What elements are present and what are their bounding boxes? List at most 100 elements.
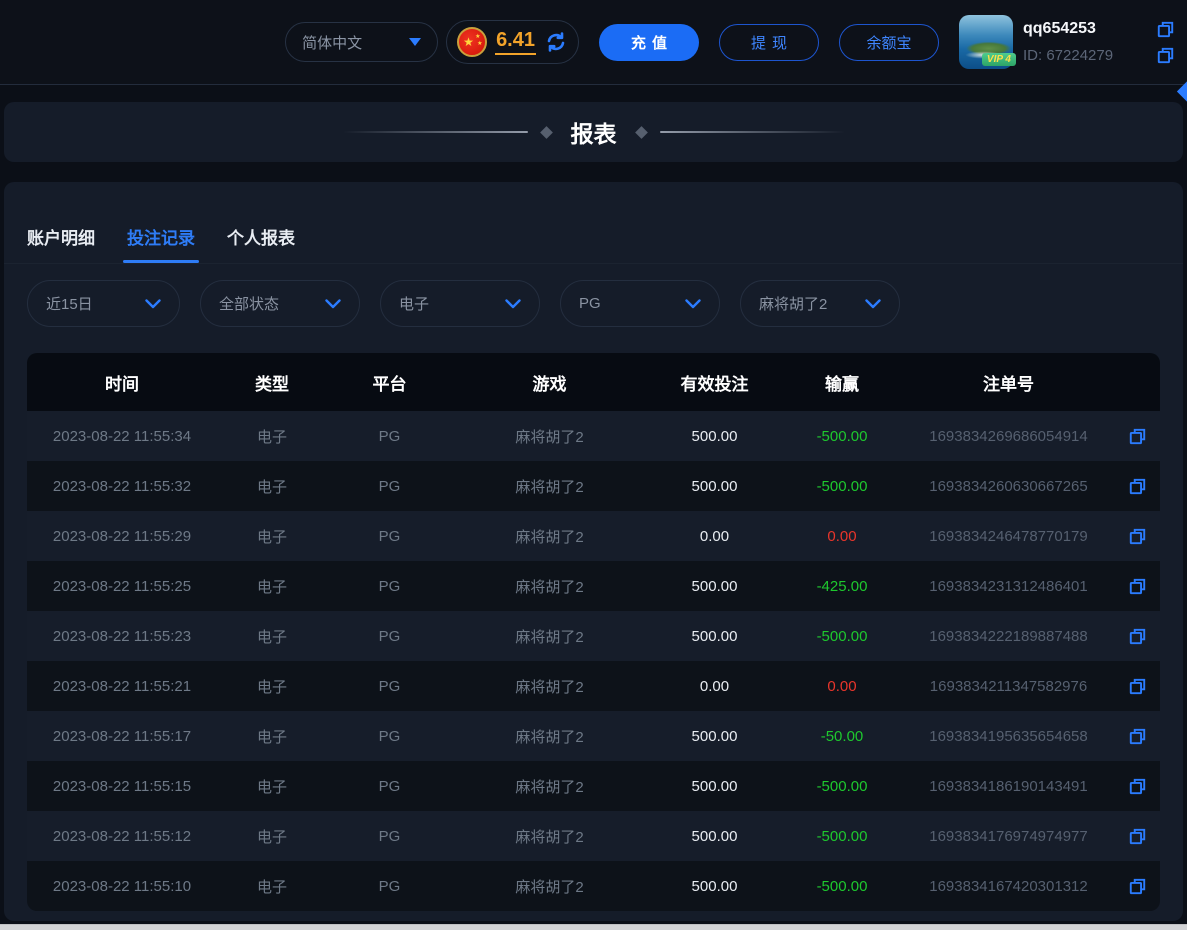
cell-valid-bet: 500.00: [647, 428, 782, 445]
copy-icon: [1128, 577, 1147, 596]
cell-game: 麻将胡了2: [452, 576, 647, 597]
copy-order-id-button[interactable]: [1115, 527, 1160, 546]
cell-order-id: 1693834269686054914: [902, 428, 1115, 445]
cell-order-id: 1693834211347582976: [902, 678, 1115, 695]
copy-order-id-button[interactable]: [1115, 877, 1160, 896]
cell-valid-bet: 500.00: [647, 828, 782, 845]
table-body: 2023-08-22 11:55:34电子PG麻将胡了2500.00-500.0…: [27, 411, 1160, 911]
copy-icon: [1128, 677, 1147, 696]
cell-order-id: 1693834260630667265: [902, 478, 1115, 495]
table-row: 2023-08-22 11:55:17电子PG麻将胡了2500.00-50.00…: [27, 711, 1160, 761]
withdraw-button[interactable]: 提现: [719, 24, 819, 61]
cell-time: 2023-08-22 11:55:23: [27, 628, 217, 645]
filter-value: PG: [579, 295, 601, 312]
chevron-down-icon: [325, 299, 341, 309]
cell-game: 麻将胡了2: [452, 476, 647, 497]
cell-time: 2023-08-22 11:55:29: [27, 528, 217, 545]
title-deco-line-left: [343, 131, 528, 133]
title-panel: 报表: [4, 102, 1183, 162]
cell-game: 麻将胡了2: [452, 676, 647, 697]
yuebao-button[interactable]: 余额宝: [839, 24, 939, 61]
tab-bet-records[interactable]: 投注记录: [127, 224, 195, 263]
copy-icon: [1128, 627, 1147, 646]
column-header-platform: 平台: [327, 370, 452, 395]
copy-username-icon[interactable]: [1156, 20, 1175, 39]
copy-order-id-button[interactable]: [1115, 627, 1160, 646]
cell-win-loss: 0.00: [782, 678, 902, 695]
cell-game: 麻将胡了2: [452, 426, 647, 447]
cell-order-id: 1693834222189887488: [902, 628, 1115, 645]
filter-category[interactable]: 电子: [380, 280, 540, 327]
cell-game: 麻将胡了2: [452, 826, 647, 847]
copy-icon: [1128, 427, 1147, 446]
cell-time: 2023-08-22 11:55:10: [27, 878, 217, 895]
filter-platform[interactable]: PG: [560, 280, 720, 327]
copy-order-id-button[interactable]: [1115, 727, 1160, 746]
cell-win-loss: -500.00: [782, 778, 902, 795]
table-row: 2023-08-22 11:55:34电子PG麻将胡了2500.00-500.0…: [27, 411, 1160, 461]
table-header-row: 时间 类型 平台 游戏 有效投注 输赢 注单号: [27, 353, 1160, 411]
chevron-down-icon: [505, 299, 521, 309]
cell-valid-bet: 500.00: [647, 778, 782, 795]
refresh-icon[interactable]: [544, 30, 568, 54]
copy-icon: [1128, 727, 1147, 746]
copy-order-id-button[interactable]: [1115, 777, 1160, 796]
copy-order-id-button[interactable]: [1115, 427, 1160, 446]
copy-user-id-icon[interactable]: [1156, 46, 1175, 65]
filter-date-range[interactable]: 近15日: [27, 280, 180, 327]
cell-order-id: 1693834195635654658: [902, 728, 1115, 745]
page-title: 报表: [571, 115, 617, 149]
table-row: 2023-08-22 11:55:12电子PG麻将胡了2500.00-500.0…: [27, 811, 1160, 861]
chevron-down-icon: [145, 299, 161, 309]
cell-order-id: 1693834167420301312: [902, 878, 1115, 895]
cell-type: 电子: [217, 876, 327, 897]
cell-win-loss: -500.00: [782, 478, 902, 495]
cell-valid-bet: 500.00: [647, 878, 782, 895]
cell-platform: PG: [327, 778, 452, 795]
table-row: 2023-08-22 11:55:15电子PG麻将胡了2500.00-500.0…: [27, 761, 1160, 811]
cell-win-loss: -500.00: [782, 878, 902, 895]
cell-time: 2023-08-22 11:55:21: [27, 678, 217, 695]
user-id: ID: 67224279: [1023, 47, 1113, 64]
table-row: 2023-08-22 11:55:25电子PG麻将胡了2500.00-425.0…: [27, 561, 1160, 611]
tab-account-details[interactable]: 账户明细: [27, 224, 95, 263]
recharge-button[interactable]: 充值: [599, 24, 699, 61]
cell-platform: PG: [327, 678, 452, 695]
language-selector[interactable]: 简体中文: [285, 22, 438, 62]
cell-type: 电子: [217, 526, 327, 547]
cell-time: 2023-08-22 11:55:32: [27, 478, 217, 495]
table-row: 2023-08-22 11:55:29电子PG麻将胡了20.000.001693…: [27, 511, 1160, 561]
title-deco-diamond-right: [635, 126, 648, 139]
cell-win-loss: 0.00: [782, 528, 902, 545]
horizontal-scrollbar[interactable]: [0, 924, 1187, 930]
filter-game[interactable]: 麻将胡了2: [740, 280, 900, 327]
language-label: 简体中文: [302, 32, 362, 53]
copy-order-id-button[interactable]: [1115, 577, 1160, 596]
cell-platform: PG: [327, 878, 452, 895]
user-block: VIP 4 qq654253 ID: 67224279: [959, 15, 1175, 69]
filter-status[interactable]: 全部状态: [200, 280, 360, 327]
copy-order-id-button[interactable]: [1115, 827, 1160, 846]
avatar[interactable]: VIP 4: [959, 15, 1013, 69]
table-row: 2023-08-22 11:55:21电子PG麻将胡了20.000.001693…: [27, 661, 1160, 711]
copy-order-id-button[interactable]: [1115, 477, 1160, 496]
china-flag-icon: ★★★: [457, 27, 487, 57]
cell-order-id: 1693834231312486401: [902, 578, 1115, 595]
exchange-rate-value[interactable]: 6.41: [495, 29, 536, 55]
cell-valid-bet: 500.00: [647, 478, 782, 495]
tab-personal-report[interactable]: 个人报表: [227, 224, 295, 263]
chevron-down-icon: [409, 38, 421, 46]
cell-type: 电子: [217, 426, 327, 447]
table-row: 2023-08-22 11:55:32电子PG麻将胡了2500.00-500.0…: [27, 461, 1160, 511]
copy-order-id-button[interactable]: [1115, 677, 1160, 696]
cell-platform: PG: [327, 728, 452, 745]
cell-type: 电子: [217, 576, 327, 597]
cell-time: 2023-08-22 11:55:25: [27, 578, 217, 595]
cell-game: 麻将胡了2: [452, 626, 647, 647]
title-deco-line-right: [660, 131, 845, 133]
cell-win-loss: -500.00: [782, 428, 902, 445]
chevron-down-icon: [685, 299, 701, 309]
cell-valid-bet: 500.00: [647, 578, 782, 595]
cell-win-loss: -50.00: [782, 728, 902, 745]
copy-icon: [1128, 827, 1147, 846]
